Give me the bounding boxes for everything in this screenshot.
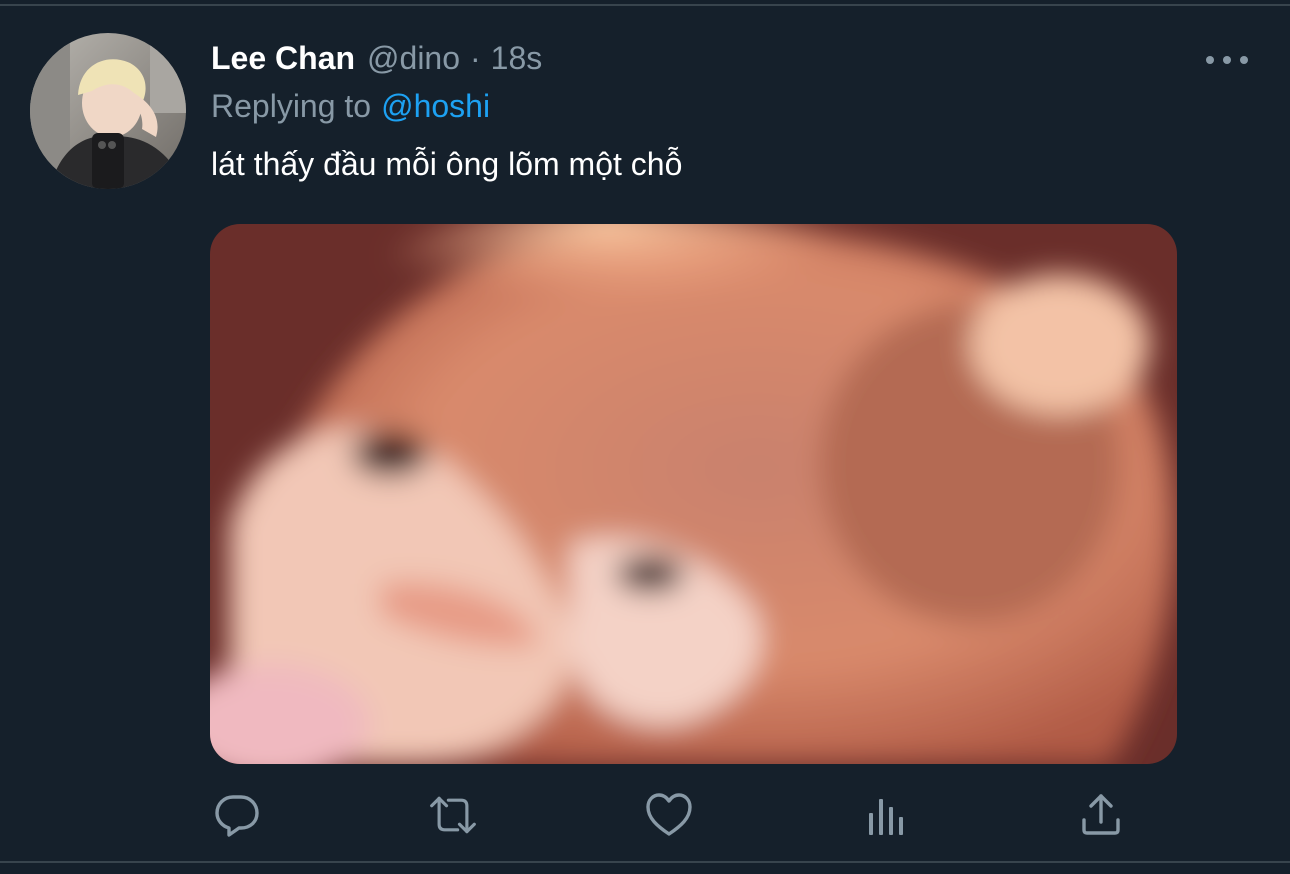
- share-button[interactable]: [1076, 790, 1126, 840]
- tweet-page: Lee Chan @dino · 18s Replying to @hoshi l…: [0, 0, 1290, 874]
- like-button[interactable]: [644, 790, 694, 840]
- top-divider: [0, 0, 1290, 6]
- reply-mention-link[interactable]: @hoshi: [381, 88, 490, 124]
- more-dot-icon: [1206, 56, 1214, 64]
- display-name[interactable]: Lee Chan: [211, 40, 355, 77]
- replying-to-label: Replying to: [211, 88, 372, 124]
- like-icon: [646, 793, 692, 836]
- tweet-text: lát thấy đầu mỗi ông lõm một chỗ: [211, 146, 683, 182]
- tweet-media-image[interactable]: [210, 224, 1177, 764]
- retweet-icon: [430, 796, 476, 834]
- more-dot-icon: [1223, 56, 1231, 64]
- reply-icon: [215, 795, 259, 837]
- replying-to-line: Replying to @hoshi: [211, 88, 490, 125]
- separator-dot: ·: [470, 40, 481, 76]
- avatar-image: [30, 33, 186, 189]
- more-dot-icon: [1240, 56, 1248, 64]
- more-options-button[interactable]: [1206, 50, 1248, 70]
- timestamp[interactable]: 18s: [491, 40, 543, 77]
- reply-button[interactable]: [212, 790, 262, 840]
- analytics-button[interactable]: [860, 790, 910, 840]
- tweet-header: Lee Chan @dino · 18s: [211, 40, 542, 82]
- retweet-button[interactable]: [428, 790, 478, 840]
- analytics-icon: [869, 799, 903, 835]
- share-icon: [1082, 794, 1120, 835]
- user-handle[interactable]: @dino: [367, 40, 460, 77]
- bottom-divider: [0, 861, 1290, 874]
- media-photo: [210, 224, 1177, 764]
- avatar[interactable]: [30, 33, 186, 189]
